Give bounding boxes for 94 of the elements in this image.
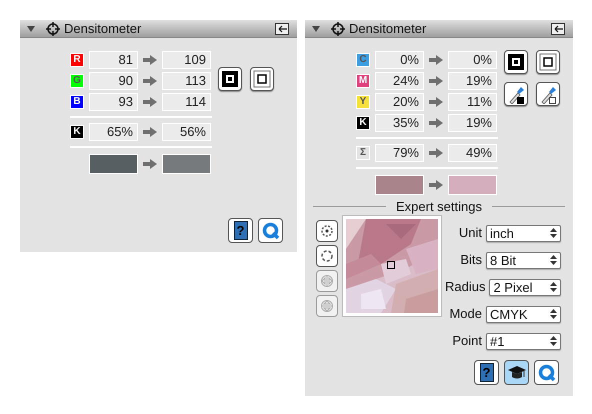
- channel-badge: G: [70, 74, 84, 88]
- value-field: 81: [89, 51, 138, 69]
- value-field: 49%: [448, 144, 497, 162]
- disclosure-triangle-icon[interactable]: [26, 24, 36, 32]
- disclosure-triangle-icon[interactable]: [311, 24, 321, 32]
- channel-badge: B: [70, 95, 84, 109]
- dropdown[interactable]: #1: [486, 332, 561, 350]
- value-field: 56%: [162, 123, 211, 141]
- panel-title: Densitometer: [64, 22, 142, 35]
- ring-icon: [538, 364, 556, 382]
- arrow-icon: [143, 97, 157, 107]
- channel-badge: M: [356, 74, 370, 88]
- circle-icon: [320, 249, 334, 263]
- square-icon: [538, 52, 558, 72]
- arrow-icon: [429, 148, 443, 158]
- side-tool-button[interactable]: [316, 220, 338, 242]
- dropdown-value: CMYK: [490, 308, 529, 320]
- arrow-icon: [429, 118, 443, 128]
- arrow-icon: [143, 127, 157, 137]
- tool-button[interactable]: [250, 67, 274, 91]
- square-icon: [506, 52, 526, 72]
- side-tool-button[interactable]: [316, 245, 338, 267]
- channel-badge: K: [356, 116, 370, 130]
- dropdown-value: 2 Pixel: [493, 280, 534, 294]
- channel-badge: K: [70, 125, 84, 139]
- value-field: 0%: [448, 51, 497, 69]
- dock-icon[interactable]: [275, 22, 289, 34]
- arrow-icon: [143, 76, 157, 86]
- stepper-arrows-icon: [550, 228, 557, 238]
- ring-icon: [262, 222, 280, 240]
- stepper-arrows-icon: [550, 282, 557, 292]
- setting-label: Bits: [460, 251, 482, 270]
- footer-button[interactable]: [534, 360, 559, 385]
- footer-button[interactable]: [258, 218, 283, 243]
- value-field: 24%: [375, 72, 424, 90]
- tool-button[interactable]: [536, 50, 560, 74]
- channel-badge: Y: [356, 95, 370, 109]
- value-field: 79%: [375, 144, 424, 162]
- channel-badge: Σ: [356, 146, 370, 160]
- arrow-icon: [143, 55, 157, 65]
- stepper-arrows-icon: [550, 336, 557, 346]
- setting-label: Point: [452, 332, 482, 350]
- dropdown-value: #1: [490, 334, 506, 348]
- setting-label: Unit: [458, 224, 482, 242]
- square-icon: [252, 69, 272, 89]
- tool-button[interactable]: [536, 82, 560, 106]
- value-field: 113: [162, 72, 211, 90]
- value-field: 19%: [448, 72, 497, 90]
- help-book-icon: ?: [234, 221, 248, 240]
- crosshair-icon: [331, 22, 345, 36]
- dropdown[interactable]: 2 Pixel: [489, 278, 561, 296]
- footer-button[interactable]: ?: [228, 218, 253, 243]
- arrow-icon: [429, 76, 443, 86]
- dock-icon[interactable]: [551, 22, 565, 34]
- dropdown-value: 8 Bit: [490, 254, 518, 266]
- square-icon: [220, 69, 240, 89]
- value-field: 93: [89, 93, 138, 111]
- section-heading: Expert settings: [395, 200, 483, 212]
- value-field: 11%: [448, 93, 497, 111]
- value-field: 65%: [89, 123, 138, 141]
- channel-badge: R: [70, 53, 84, 67]
- flip-vertical-icon: [320, 299, 334, 313]
- tool-button[interactable]: [218, 67, 242, 91]
- value-field: 19%: [448, 114, 497, 132]
- graduation-cap-icon: [506, 364, 526, 380]
- setting-label: Radius: [445, 278, 486, 296]
- dropdown[interactable]: 8 Bit: [486, 252, 561, 268]
- help-book-icon: ?: [480, 363, 494, 382]
- dropdown-value: inch: [490, 226, 515, 240]
- panel-title: Densitometer: [349, 22, 426, 35]
- value-field: 109: [162, 51, 211, 69]
- value-field: 35%: [375, 114, 424, 132]
- value-field: 0%: [375, 51, 424, 69]
- footer-button[interactable]: ?: [474, 360, 499, 385]
- crosshair-icon: [46, 22, 60, 36]
- arrow-icon: [429, 55, 443, 65]
- arrow-icon: [143, 159, 157, 169]
- stepper-arrows-icon: [550, 309, 557, 319]
- move-icon: [320, 224, 334, 238]
- tool-button[interactable]: [504, 82, 528, 106]
- stepper-arrows-icon: [550, 255, 557, 265]
- dropdown[interactable]: inch: [486, 224, 561, 242]
- value-field: 90: [89, 72, 138, 90]
- setting-label: Mode: [449, 305, 482, 324]
- value-field: 114: [162, 93, 211, 111]
- arrow-icon: [429, 97, 443, 107]
- value-field: 20%: [375, 93, 424, 111]
- sample-marker: [387, 261, 395, 269]
- flip-horizontal-icon: [320, 274, 334, 288]
- footer-button[interactable]: [504, 360, 529, 385]
- dropdown[interactable]: CMYK: [486, 306, 561, 322]
- channel-badge: C: [356, 53, 370, 67]
- tool-button[interactable]: [504, 50, 528, 74]
- arrow-icon: [429, 180, 443, 190]
